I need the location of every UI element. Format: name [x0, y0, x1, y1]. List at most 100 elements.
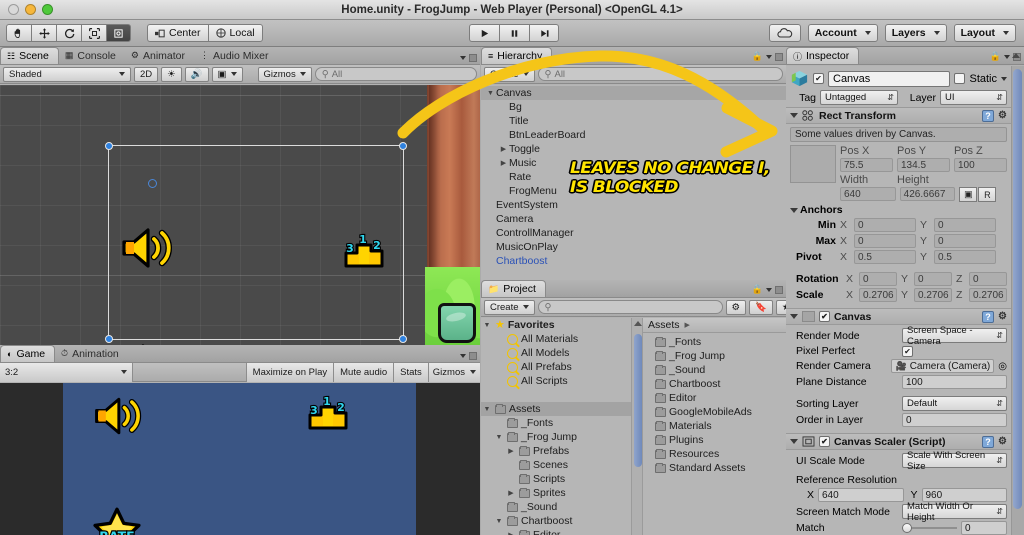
pixel-perfect-checkbox[interactable]: [902, 345, 913, 357]
lock-icon[interactable]: 🔒: [752, 284, 763, 295]
help-icon[interactable]: ?: [982, 310, 995, 323]
tab-inspector[interactable]: ⓘ Inspector: [786, 47, 860, 64]
ref-x-field[interactable]: 640: [818, 488, 904, 502]
move-tool-button[interactable]: [31, 24, 56, 42]
asset-item-_frog-jump[interactable]: _Frog Jump: [643, 349, 786, 363]
hierarchy-item-bg[interactable]: Bg: [481, 100, 786, 114]
gear-icon[interactable]: ⚙: [998, 436, 1007, 447]
rotate-tool-button[interactable]: [56, 24, 81, 42]
hierarchy-search-input[interactable]: ⚲ All: [537, 67, 783, 81]
account-dropdown[interactable]: Account: [807, 24, 878, 42]
rect-tool-button[interactable]: [106, 24, 131, 42]
create-object-dropdown[interactable]: Create: [484, 66, 535, 82]
hierarchy-item-camera[interactable]: Camera: [481, 212, 786, 226]
hierarchy-item-chartboost[interactable]: Chartboost: [481, 254, 786, 268]
anchor-max-y-field[interactable]: 0: [934, 234, 996, 248]
pivot-x-field[interactable]: 0.5: [854, 250, 916, 264]
transform-tools-group[interactable]: [6, 24, 131, 42]
hierarchy-item-btnleaderboard[interactable]: BtnLeaderBoard: [481, 128, 786, 142]
resize-handle-top-left[interactable]: [105, 142, 113, 150]
collapse-triangle-icon[interactable]: [790, 439, 798, 444]
play-controls-group[interactable]: [469, 24, 559, 42]
scene-search-input[interactable]: ⚲ All: [314, 67, 477, 81]
project-scrollbar[interactable]: [631, 318, 643, 535]
collapse-triangle-icon[interactable]: ▶: [506, 531, 516, 535]
collapse-triangle-icon[interactable]: ▶: [506, 447, 516, 455]
collapse-triangle-icon[interactable]: [790, 113, 798, 118]
rotation-y-field[interactable]: 0: [914, 272, 952, 286]
hierarchy-list[interactable]: ▼ Canvas Bg Title BtnLeaderBoard ▶ Toggle ▶ Musi…: [481, 85, 786, 280]
project-create-dropdown[interactable]: Create: [484, 299, 535, 315]
project-search-input[interactable]: ⚲: [537, 300, 723, 314]
height-field[interactable]: 426.6667: [899, 187, 956, 201]
asset-item-materials[interactable]: Materials: [643, 419, 786, 433]
project-tree-item-_frog-jump[interactable]: ▼ _Frog Jump: [481, 430, 631, 444]
assets-list[interactable]: _Fonts _Frog Jump _Sound Chartboost Editor Go…: [643, 333, 786, 475]
anchor-min-x-field[interactable]: 0: [854, 218, 916, 232]
pivot-y-field[interactable]: 0.5: [934, 250, 996, 264]
rotation-z-field[interactable]: 0: [969, 272, 1007, 286]
canvas-scaler-header[interactable]: Canvas Scaler (Script) ? ⚙: [786, 433, 1011, 450]
tab-animation[interactable]: ⏱ Animation: [55, 345, 128, 362]
object-picker-icon[interactable]: ◎: [998, 361, 1007, 372]
asset-item-googlemobileads[interactable]: GoogleMobileAds: [643, 405, 786, 419]
asset-item-standard-assets[interactable]: Standard Assets: [643, 461, 786, 475]
tab-scene[interactable]: ☷ Scene: [0, 47, 59, 64]
layer-dropdown[interactable]: UI ⇵: [940, 90, 1007, 105]
tab-project[interactable]: 📁 Project: [481, 280, 546, 297]
slider-knob[interactable]: [902, 523, 912, 533]
lock-icon[interactable]: 🔒: [752, 51, 763, 62]
anchor-preset-widget[interactable]: [790, 145, 836, 183]
gizmos-dropdown[interactable]: Gizmos: [257, 66, 312, 82]
gameobject-active-checkbox[interactable]: [813, 73, 824, 84]
blueprint-mode-button[interactable]: ▣: [959, 187, 978, 202]
hierarchy-item-frogmenu[interactable]: FrogMenu: [481, 184, 786, 198]
hierarchy-panel-options[interactable]: 🔒: [752, 51, 783, 62]
render-mode-dropdown[interactable]: Screen Space - Camera ⇵: [902, 325, 1007, 347]
filter-by-type-button[interactable]: ⚙: [725, 299, 747, 315]
scroll-thumb[interactable]: [634, 334, 642, 467]
scale-z-field[interactable]: 0.2706: [969, 288, 1007, 302]
asset-item-resources[interactable]: Resources: [643, 447, 786, 461]
project-tree-item-scripts[interactable]: Scripts: [481, 472, 631, 486]
expand-triangle-icon[interactable]: ▼: [494, 434, 504, 441]
expand-triangle-icon[interactable]: ▼: [485, 90, 496, 97]
static-checkbox[interactable]: [954, 73, 966, 84]
scroll-up-icon[interactable]: [1012, 53, 1020, 58]
project-tree-item-_sound[interactable]: _Sound: [481, 500, 631, 514]
gameobject-name-field[interactable]: Canvas: [828, 70, 951, 87]
rotation-x-field[interactable]: 0: [859, 272, 897, 286]
ui-scale-mode-dropdown[interactable]: Scale With Screen Size ⇵: [902, 450, 1007, 472]
width-field[interactable]: 640: [840, 187, 896, 201]
hierarchy-item-toggle[interactable]: ▶ Toggle: [481, 142, 786, 156]
filter-by-label-button[interactable]: 🔖: [749, 299, 773, 315]
game-viewport[interactable]: 1 2 3 RATE: [0, 383, 480, 535]
match-slider[interactable]: [902, 521, 957, 535]
project-tree-item-prefabs[interactable]: ▶ Prefabs: [481, 444, 631, 458]
canvas-scaler-enabled-checkbox[interactable]: [819, 436, 830, 447]
collapse-triangle-icon[interactable]: [790, 207, 798, 213]
pos-z-field[interactable]: 100: [954, 158, 1007, 172]
canvas-enabled-checkbox[interactable]: [819, 311, 830, 322]
rect-transform-header[interactable]: Rect Transform ? ⚙: [786, 107, 1011, 124]
asset-item-editor[interactable]: Editor: [643, 391, 786, 405]
step-button[interactable]: [529, 24, 559, 42]
scene-fx-dropdown[interactable]: ▣: [211, 66, 243, 82]
game-panel-options[interactable]: [460, 352, 477, 360]
hierarchy-item-music[interactable]: ▶ Music: [481, 156, 786, 170]
aspect-ratio-dropdown[interactable]: 3:2: [0, 362, 133, 382]
hierarchy-item-canvas[interactable]: ▼ Canvas: [481, 86, 786, 100]
anchors-row[interactable]: Anchors: [786, 204, 1011, 218]
collapse-triangle-icon[interactable]: ▶: [506, 489, 516, 497]
game-gizmos-dropdown[interactable]: Gizmos: [428, 362, 480, 382]
gear-icon[interactable]: ⚙: [998, 110, 1007, 121]
scale-x-field[interactable]: 0.2706: [859, 288, 897, 302]
anchor-max-x-field[interactable]: 0: [854, 234, 916, 248]
maximize-on-play-button[interactable]: Maximize on Play: [246, 362, 335, 382]
scene-audio-toggle[interactable]: 🔊: [184, 66, 209, 82]
tab-audio-mixer[interactable]: ⋮ Audio Mixer: [194, 47, 277, 64]
pause-button[interactable]: [499, 24, 529, 42]
tab-hierarchy[interactable]: ≡ Hierarchy: [481, 47, 553, 64]
pivot-space-group[interactable]: Center Local: [147, 24, 263, 42]
project-tree[interactable]: ▼ ★ Favorites All Materials All Models All Pr…: [481, 318, 631, 535]
